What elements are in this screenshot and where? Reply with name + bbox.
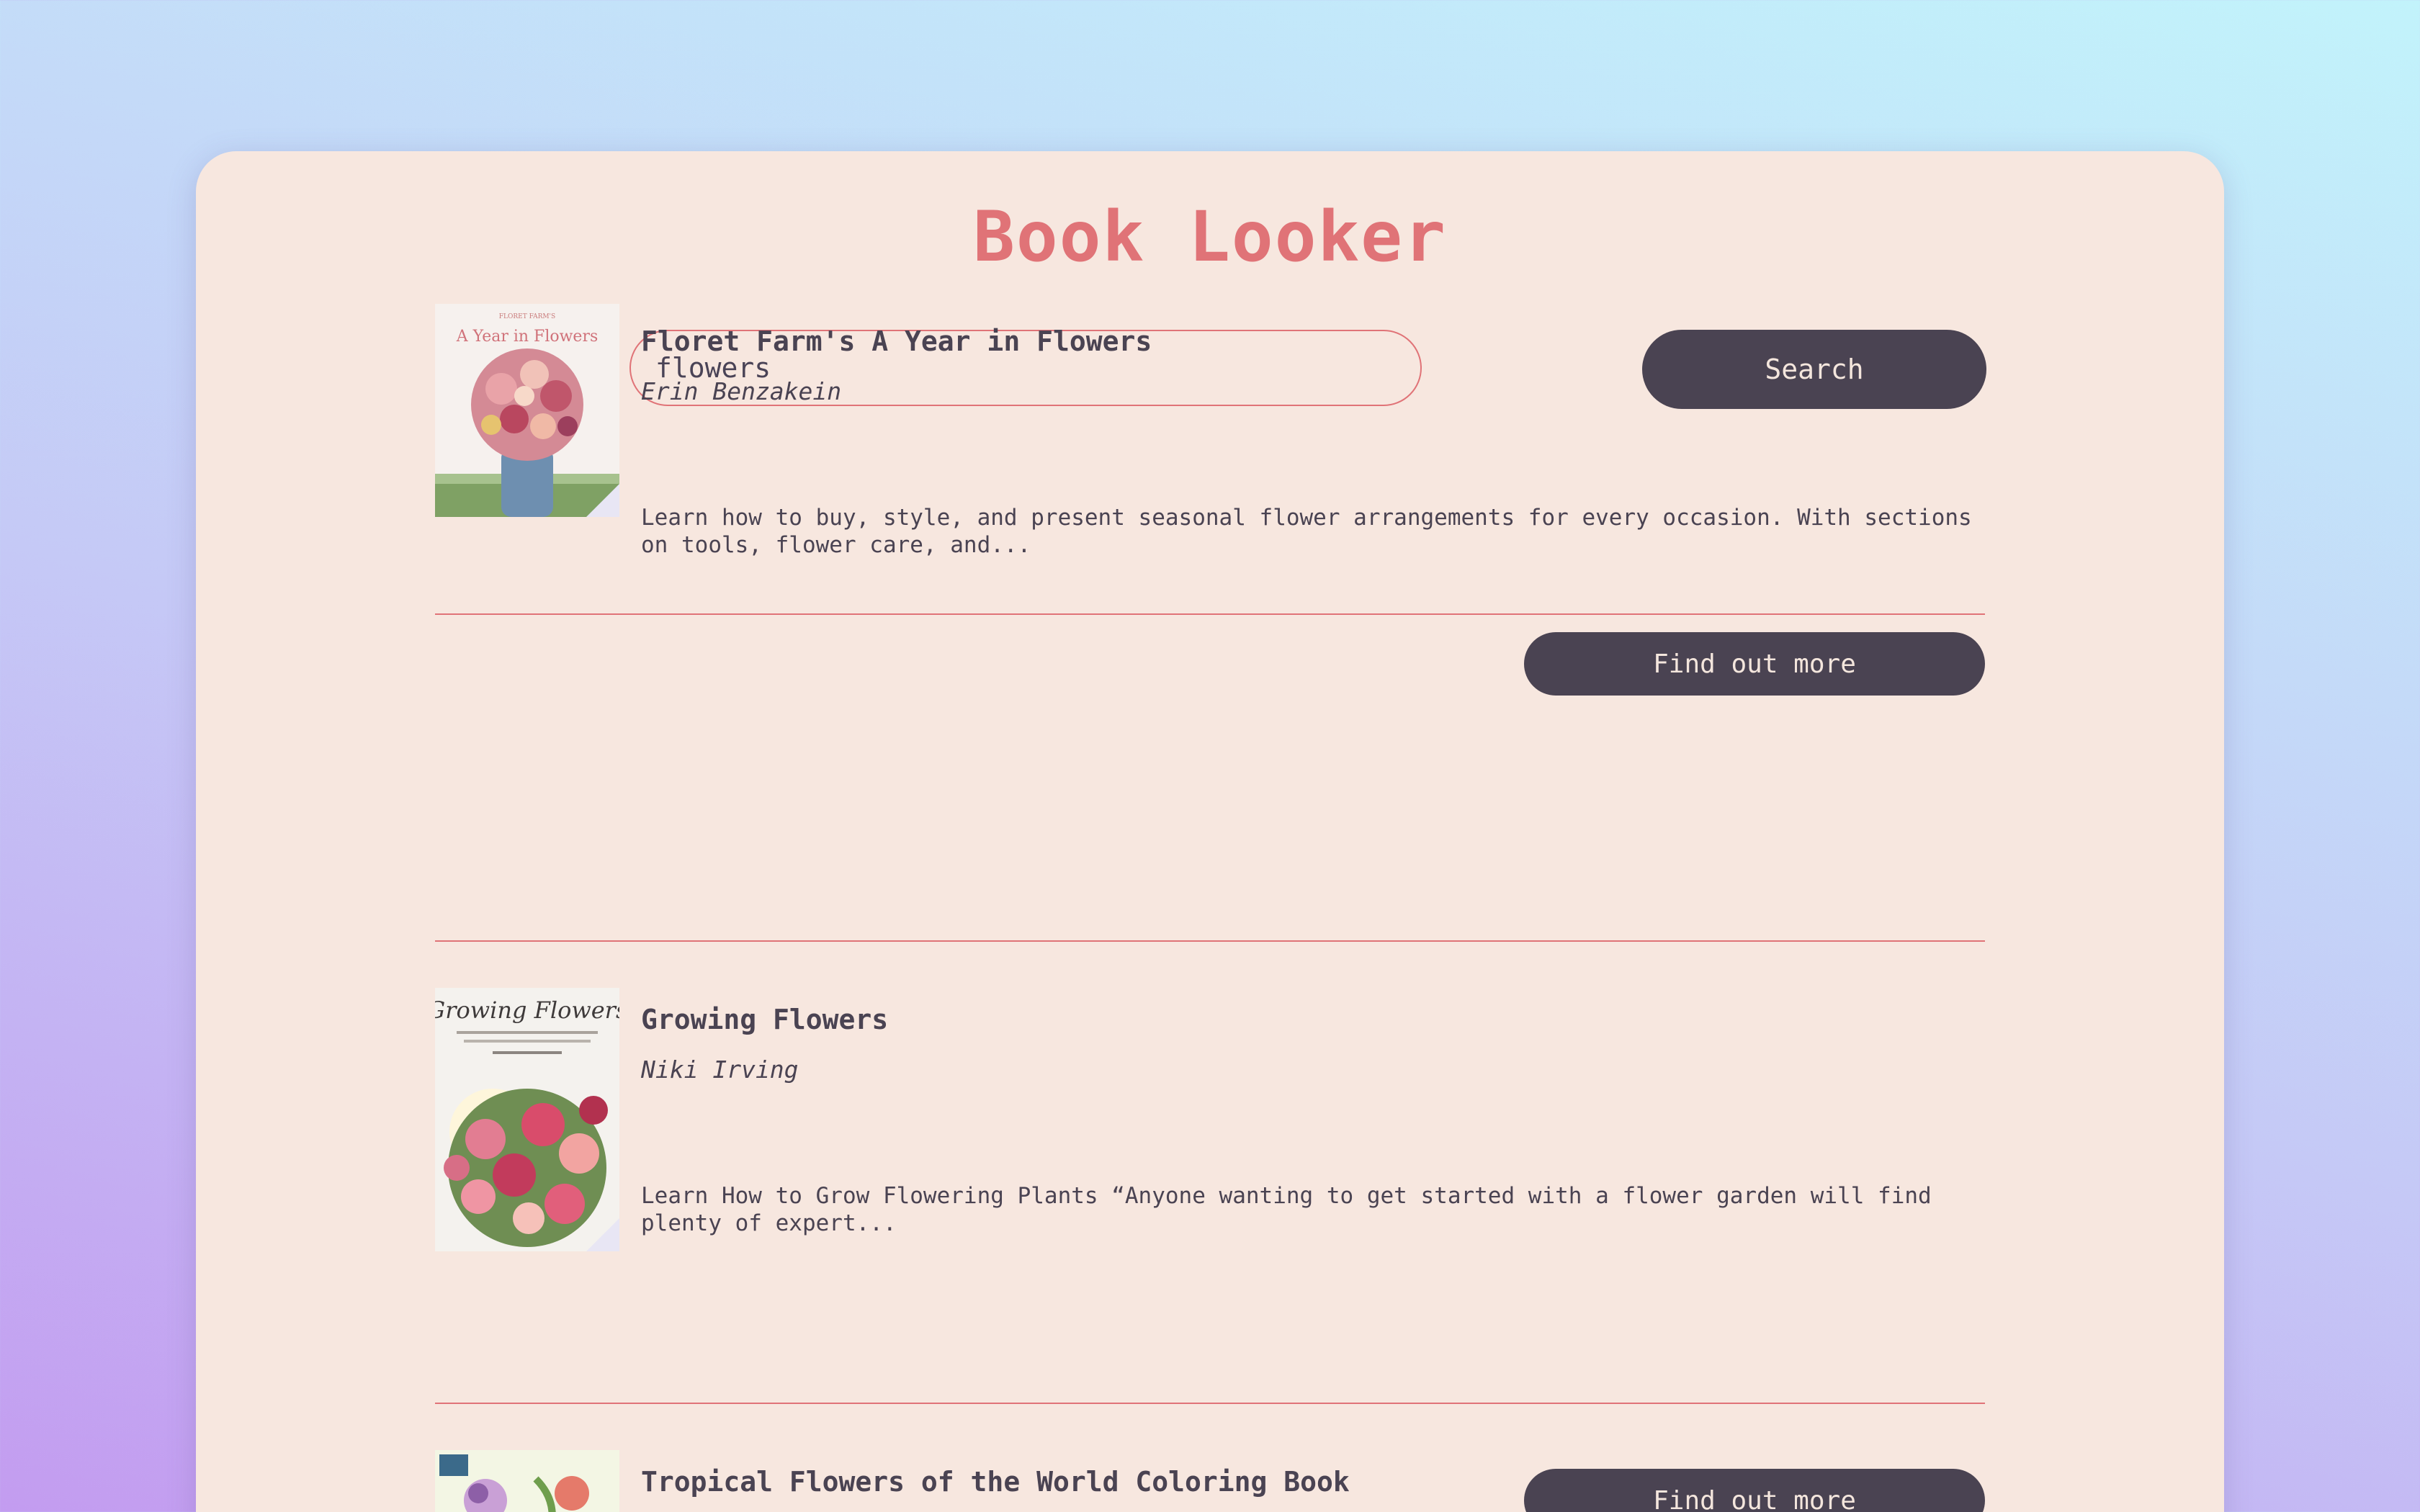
- book-item: Growing Flowers Growing Flowers Niki Irv…: [435, 988, 1985, 1512]
- divider: [435, 1403, 1985, 1404]
- book-item: Tropical Flowers of the World Coloring B…: [435, 1450, 1985, 1512]
- tropical-flower-cover-icon: [435, 1450, 619, 1512]
- book-author: Niki Irving: [641, 1056, 799, 1084]
- app-card: Book Looker Search FLORET FARM'S A Year …: [196, 151, 2224, 1512]
- cover-title: A Year in Flowers: [456, 328, 599, 346]
- book-cover-image[interactable]: Growing Flowers: [435, 988, 619, 1251]
- flower-bouquet-cover-icon: FLORET FARM'S A Year in Flowers: [435, 304, 619, 517]
- book-title[interactable]: Tropical Flowers of the World Coloring B…: [641, 1466, 1350, 1498]
- book-description: Learn how to buy, style, and present sea…: [641, 505, 1972, 558]
- book-cover-image[interactable]: [435, 1450, 619, 1512]
- flower-basket-cover-icon: Growing Flowers: [435, 988, 619, 1251]
- divider: [435, 940, 1985, 942]
- cover-subtitle: FLORET FARM'S: [499, 313, 555, 320]
- book-description: Learn How to Grow Flowering Plants “Anyo…: [641, 1183, 1932, 1236]
- cover-title: Growing Flowers: [435, 996, 619, 1024]
- book-author: Erin Benzakein: [641, 377, 842, 405]
- book-cover-image[interactable]: FLORET FARM'S A Year in Flowers: [435, 304, 619, 517]
- results-list: FLORET FARM'S A Year in Flowers Floret F…: [435, 151, 1985, 696]
- book-title[interactable]: Floret Farm's A Year in Flowers: [641, 325, 1152, 357]
- book-title[interactable]: Growing Flowers: [641, 1004, 888, 1035]
- book-item: FLORET FARM'S A Year in Flowers Floret F…: [435, 151, 1985, 696]
- find-out-more-button[interactable]: Find out more: [1524, 632, 1985, 696]
